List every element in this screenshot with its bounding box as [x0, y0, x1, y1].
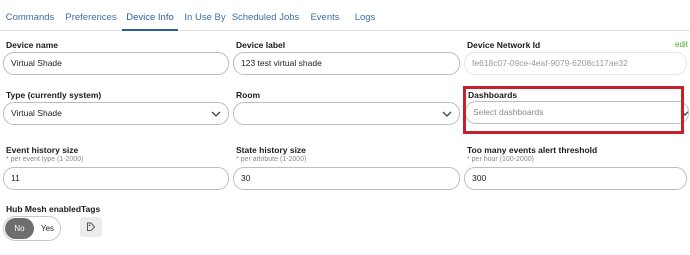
device-name-input[interactable]: Virtual Shade	[3, 52, 229, 75]
tab-commands[interactable]: Commands	[0, 0, 60, 31]
hub-mesh-no-option[interactable]: No	[5, 218, 34, 239]
dashboards-highlight-box	[463, 86, 684, 134]
hub-mesh-label: Hub Mesh enabled	[6, 204, 82, 214]
tab-in-use-by[interactable]: In Use By	[181, 0, 229, 31]
state-history-hint: * per attribute (1-2000)	[236, 156, 307, 163]
tags-label: Tags	[81, 204, 101, 214]
tag-icon	[87, 222, 96, 231]
tab-logs[interactable]: Logs	[350, 0, 380, 31]
event-history-hint: * per event type (1-2000)	[6, 156, 84, 163]
type-select[interactable]: Virtual Shade	[3, 102, 229, 125]
network-id-edit-link[interactable]: edit	[675, 40, 688, 49]
tab-preferences[interactable]: Preferences	[60, 0, 122, 31]
tab-scheduled-jobs[interactable]: Scheduled Jobs	[231, 0, 300, 31]
event-history-input[interactable]: 11	[3, 167, 229, 190]
event-history-label: Event history size	[6, 145, 79, 155]
device-label-label: Device label	[236, 40, 286, 50]
device-network-id-input: fe618c07-09ce-4eaf-9079-6208c117ae32	[464, 52, 687, 75]
events-threshold-label: Too many events alert threshold	[467, 145, 598, 155]
tags-button[interactable]	[80, 217, 102, 237]
events-threshold-hint: * per hour (100-2000)	[467, 156, 534, 163]
state-history-label: State history size	[236, 145, 306, 155]
hub-mesh-toggle: No Yes	[3, 216, 61, 241]
chevron-down-icon	[442, 111, 452, 117]
type-select-value: Virtual Shade	[11, 108, 62, 118]
chevron-down-icon	[211, 111, 221, 117]
tab-device-info[interactable]: Device Info	[122, 0, 178, 31]
device-label-input[interactable]: 123 test virtual shade	[233, 52, 460, 75]
type-label: Type (currently system)	[6, 90, 102, 100]
events-threshold-input[interactable]: 300	[464, 167, 687, 190]
device-network-id-label: Device Network Id	[467, 40, 541, 50]
tab-events[interactable]: Events	[305, 0, 345, 31]
room-label: Room	[236, 90, 261, 100]
state-history-input[interactable]: 30	[233, 167, 460, 190]
hub-mesh-yes-option[interactable]: Yes	[35, 218, 60, 239]
device-name-label: Device name	[6, 40, 58, 50]
room-select[interactable]	[233, 102, 460, 125]
tab-bar: Commands Preferences Device Info In Use …	[0, 0, 690, 31]
